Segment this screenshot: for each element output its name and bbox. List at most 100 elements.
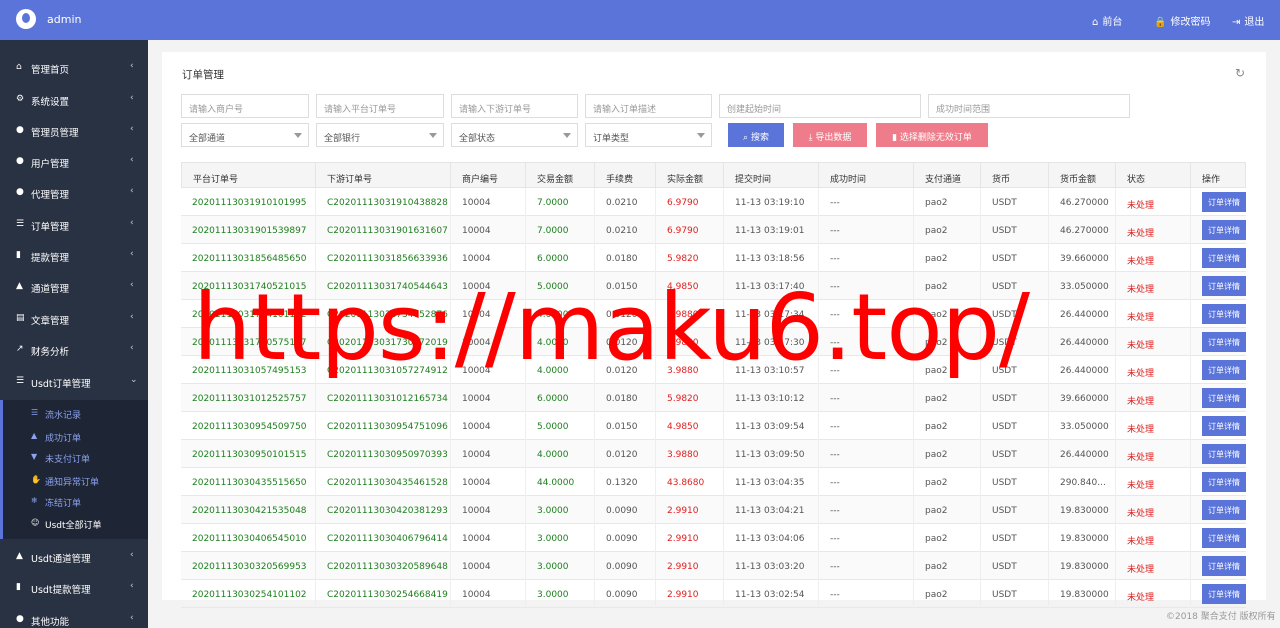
frontend-link[interactable]: ⌂ 前台 bbox=[1092, 13, 1122, 28]
table-cell: 11-13 03:09:54 bbox=[724, 412, 819, 440]
sidebar-item-finance[interactable]: ↗ 财务分析 ‹ bbox=[0, 335, 148, 366]
order-detail-button[interactable]: 订单详情 bbox=[1202, 192, 1246, 212]
chevron-left-icon: ‹ bbox=[130, 613, 134, 623]
table-cell: 39.660000 bbox=[1049, 244, 1116, 272]
sidebar-subitem-success-orders[interactable]: ▲ 成功订单 bbox=[3, 426, 148, 448]
col-header: 交易金额 bbox=[526, 162, 595, 188]
table-cell: 10004 bbox=[451, 468, 526, 496]
table-cell: 0.0150 bbox=[595, 412, 656, 440]
table-cell: pao2 bbox=[914, 412, 981, 440]
channel-select[interactable]: 全部通道 bbox=[181, 123, 309, 147]
table-cell: C20201113030950970393 bbox=[316, 440, 451, 468]
table-cell: 未处理 bbox=[1116, 580, 1191, 608]
platform-order-input[interactable]: 请输入平台订单号 bbox=[316, 94, 444, 118]
footer-copyright: ©2018 聚合支付 版权所有 bbox=[1166, 612, 1276, 622]
order-detail-button[interactable]: 订单详情 bbox=[1202, 304, 1246, 324]
table-row: 20201113030950101515 C2020111303095097039… bbox=[181, 440, 1246, 468]
order-type-select[interactable]: 订单类型 bbox=[585, 123, 712, 147]
table-cell: USDT bbox=[981, 412, 1049, 440]
table-cell: 未处理 bbox=[1116, 328, 1191, 356]
table-row: 20201113030406545010 C2020111303040679641… bbox=[181, 524, 1246, 552]
table-cell: 7.0000 bbox=[526, 188, 595, 216]
order-detail-button[interactable]: 订单详情 bbox=[1202, 584, 1246, 604]
order-detail-button[interactable]: 订单详情 bbox=[1202, 472, 1246, 492]
sidebar-subitem-notify-error-orders[interactable]: ✋ 通知异常订单 bbox=[3, 470, 148, 492]
sidebar-item-users[interactable]: ● 用户管理 ‹ bbox=[0, 147, 148, 178]
table-cell: 20201113030950101515 bbox=[181, 440, 316, 468]
success-time-input[interactable]: 成功时间范围 bbox=[928, 94, 1130, 118]
order-detail-button[interactable]: 订单详情 bbox=[1202, 528, 1246, 548]
sidebar-item-usdt-orders[interactable]: ☰ Usdt订单管理 ⌄ bbox=[0, 367, 148, 398]
table-cell: USDT bbox=[981, 188, 1049, 216]
table-row: 20201113031012525757 C2020111303101216573… bbox=[181, 384, 1246, 412]
table-cell: C20201113030406796414 bbox=[316, 524, 451, 552]
logout-link[interactable]: ⇥ 退出 bbox=[1232, 13, 1264, 28]
sidebar-item-articles[interactable]: ▤ 文章管理 ‹ bbox=[0, 304, 148, 335]
table-cell: 5.0000 bbox=[526, 412, 595, 440]
sidebar-item-orders[interactable]: ☰ 订单管理 ‹ bbox=[0, 210, 148, 241]
order-detail-button[interactable]: 订单详情 bbox=[1202, 444, 1246, 464]
create-time-input[interactable]: 创建起始时间 bbox=[719, 94, 921, 118]
sidebar-item-other[interactable]: ● 其他功能 ‹ bbox=[0, 605, 148, 628]
user-circle-icon: ● bbox=[16, 125, 24, 135]
table-cell: 46.270000 bbox=[1049, 216, 1116, 244]
table-cell: 3.0000 bbox=[526, 580, 595, 608]
sidebar-item-admins[interactable]: ● 管理员管理 ‹ bbox=[0, 116, 148, 147]
sidebar-item-agents[interactable]: ● 代理管理 ‹ bbox=[0, 178, 148, 209]
status-select[interactable]: 全部状态 bbox=[451, 123, 578, 147]
sidebar-item-withdrawals[interactable]: ▮ 提款管理 ‹ bbox=[0, 241, 148, 272]
sidebar-subitem-unpaid-orders[interactable]: ▼ 未支付订单 bbox=[3, 447, 148, 469]
order-detail-button[interactable]: 订单详情 bbox=[1202, 416, 1246, 436]
search-button[interactable]: ⌕ 搜索 bbox=[728, 123, 784, 147]
table-cell: 20201113030435515650 bbox=[181, 468, 316, 496]
order-detail-button[interactable]: 订单详情 bbox=[1202, 220, 1246, 240]
table-cell: 20201113031856485650 bbox=[181, 244, 316, 272]
sidebar-item-usdt-channels[interactable]: ▲ Usdt通道管理 ‹ bbox=[0, 542, 148, 573]
bank-icon: ▲ bbox=[16, 281, 23, 291]
order-detail-button[interactable]: 订单详情 bbox=[1202, 556, 1246, 576]
merchant-no-input[interactable]: 请输入商户号 bbox=[181, 94, 309, 118]
order-detail-button[interactable]: 订单详情 bbox=[1202, 360, 1246, 380]
table-cell: 26.440000 bbox=[1049, 356, 1116, 384]
sidebar-item-dashboard[interactable]: ⌂ 管理首页 ‹ bbox=[0, 53, 148, 84]
sidebar-subitem-frozen-orders[interactable]: ❄ 冻结订单 bbox=[3, 491, 148, 513]
user-circle-icon: ● bbox=[16, 187, 24, 197]
order-detail-button[interactable]: 订单详情 bbox=[1202, 248, 1246, 268]
order-desc-input[interactable]: 请输入订单描述 bbox=[585, 94, 712, 118]
sidebar-subitem-usdt-all-orders[interactable]: ☺ Usdt全部订单 bbox=[3, 513, 148, 535]
order-detail-button[interactable]: 订单详情 bbox=[1202, 332, 1246, 352]
sidebar-item-system-settings[interactable]: ⚙ 系统设置 ‹ bbox=[0, 85, 148, 116]
delete-invalid-button[interactable]: ▮ 选择删除无效订单 bbox=[876, 123, 988, 147]
table-cell: 11-13 03:10:12 bbox=[724, 384, 819, 412]
table-cell: C20201113031901631607 bbox=[316, 216, 451, 244]
table-cell: 未处理 bbox=[1116, 244, 1191, 272]
table-cell: 5.9820 bbox=[656, 384, 724, 412]
table-cell: pao2 bbox=[914, 188, 981, 216]
table-cell: 26.440000 bbox=[1049, 300, 1116, 328]
table-cell: pao2 bbox=[914, 580, 981, 608]
username[interactable]: admin bbox=[47, 13, 81, 26]
col-header: 货币 bbox=[981, 162, 1049, 188]
chevron-left-icon: ‹ bbox=[130, 581, 134, 591]
order-detail-button[interactable]: 订单详情 bbox=[1202, 500, 1246, 520]
usdt-orders-submenu: ☰ 流水记录 ▲ 成功订单 ▼ 未支付订单 ✋ 通知异常订单 ❄ 冻结订单 ☺ Usdt全部… bbox=[0, 400, 148, 539]
table-cell: 2.9910 bbox=[656, 580, 724, 608]
table-cell: 未处理 bbox=[1116, 412, 1191, 440]
sidebar-item-channels[interactable]: ▲ 通道管理 ‹ bbox=[0, 272, 148, 303]
downstream-order-input[interactable]: 请输入下游订单号 bbox=[451, 94, 578, 118]
avatar[interactable] bbox=[16, 9, 36, 29]
change-password-link[interactable]: 🔒 修改密码 bbox=[1154, 13, 1210, 28]
order-detail-button[interactable]: 订单详情 bbox=[1202, 276, 1246, 296]
refresh-icon[interactable]: ↻ bbox=[1235, 66, 1245, 80]
table-cell: C20201113030320589648 bbox=[316, 552, 451, 580]
chevron-down-icon: ⌄ bbox=[130, 375, 138, 385]
logout-icon: ⇥ bbox=[1232, 17, 1241, 28]
top-navbar: admin ⌂ 前台 🔒 修改密码 ⇥ 退出 bbox=[0, 0, 1280, 40]
order-detail-button[interactable]: 订单详情 bbox=[1202, 388, 1246, 408]
table-cell: 未处理 bbox=[1116, 552, 1191, 580]
sidebar-item-usdt-withdrawals[interactable]: ▮ Usdt提款管理 ‹ bbox=[0, 573, 148, 604]
export-button[interactable]: ⤓ 导出数据 bbox=[793, 123, 867, 147]
bank-select[interactable]: 全部银行 bbox=[316, 123, 444, 147]
sidebar-subitem-flow-records[interactable]: ☰ 流水记录 bbox=[3, 403, 148, 425]
table-row: 20201113030320569953 C2020111303032058964… bbox=[181, 552, 1246, 580]
